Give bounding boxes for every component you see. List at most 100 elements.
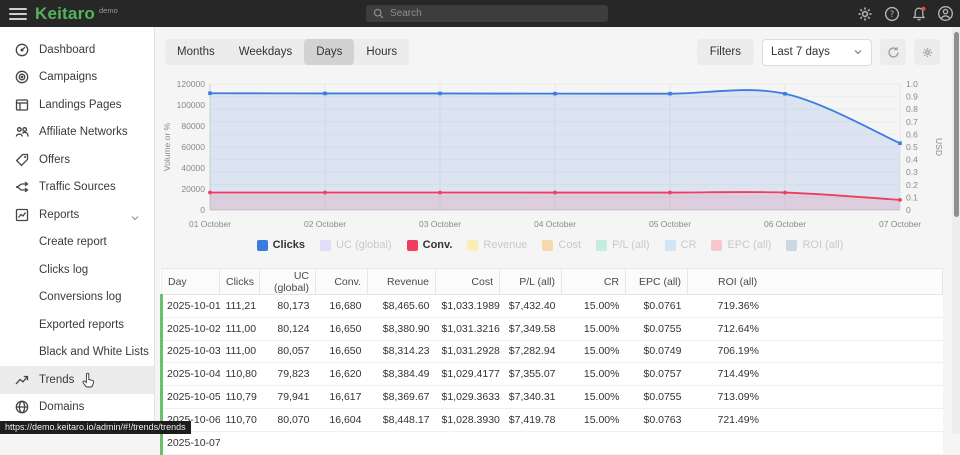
- column-header-p-l-all-[interactable]: P/L (all): [500, 269, 562, 295]
- sidebar-item-landings-pages[interactable]: Landings Pages: [0, 91, 154, 119]
- offers-icon: [14, 152, 30, 168]
- cell: 110,80: [220, 363, 260, 386]
- legend-item-clicks[interactable]: Clicks: [257, 239, 305, 251]
- legend-item-cr[interactable]: CR: [665, 239, 697, 251]
- global-search[interactable]: [366, 5, 608, 22]
- account-icon[interactable]: [937, 5, 954, 22]
- vertical-scrollbar[interactable]: [952, 27, 960, 434]
- cell: 719.36%: [688, 295, 943, 318]
- trends-icon: [14, 372, 30, 388]
- sidebar-item-conversions-log[interactable]: Conversions log: [0, 284, 154, 312]
- column-header-cr[interactable]: CR: [562, 269, 626, 295]
- table-row[interactable]: 2025-10-01111,2180,17316,680$8,465.60$1,…: [162, 295, 943, 318]
- cell: 15.00%: [562, 408, 626, 431]
- cell: 2025-10-05: [162, 386, 220, 409]
- table-row[interactable]: 2025-10-07: [162, 431, 943, 454]
- legend-label: UC (global): [336, 239, 392, 251]
- table-row[interactable]: 2025-10-02111,0080,12416,650$8,380.90$1,…: [162, 317, 943, 340]
- svg-text:Volume or %: Volume or %: [162, 122, 172, 171]
- cell: 79,941: [260, 386, 316, 409]
- cell: [260, 431, 316, 454]
- cell: 15.00%: [562, 295, 626, 318]
- sidebar-item-label: Conversions log: [39, 291, 121, 303]
- sidebar-item-black-and-white-lists[interactable]: Black and White Lists: [0, 339, 154, 367]
- tab-months[interactable]: Months: [165, 39, 227, 65]
- sidebar-item-label: Landings Pages: [39, 99, 121, 111]
- legend-item-cost[interactable]: Cost: [542, 239, 581, 251]
- cell: 80,124: [260, 317, 316, 340]
- table-row[interactable]: 2025-10-06110,7080,07016,604$8,448.17$1,…: [162, 408, 943, 431]
- legend-item-revenue[interactable]: Revenue: [467, 239, 527, 251]
- cell: $0.0763: [626, 408, 688, 431]
- notifications-bell-icon[interactable]: [910, 5, 927, 22]
- table-header-row: DayClicksUC (global)Conv.RevenueCostP/L …: [162, 269, 943, 295]
- help-icon[interactable]: ?: [883, 5, 900, 22]
- column-header-uc-global-[interactable]: UC (global): [260, 269, 316, 295]
- search-input[interactable]: [390, 8, 590, 19]
- cell: $8,448.17: [368, 408, 436, 431]
- domains-icon: [14, 399, 30, 415]
- sidebar-item-exported-reports[interactable]: Exported reports: [0, 311, 154, 339]
- column-header-roi-all-[interactable]: ROI (all): [688, 269, 943, 295]
- cell: $1,031.2928: [436, 340, 500, 363]
- svg-text:0.6: 0.6: [906, 129, 918, 139]
- cell: 15.00%: [562, 340, 626, 363]
- column-header-revenue[interactable]: Revenue: [368, 269, 436, 295]
- legend-item-uc-global-[interactable]: UC (global): [320, 239, 392, 251]
- status-url-tooltip: https://demo.keitaro.io/admin/#!/trends/…: [0, 421, 191, 434]
- svg-text:60000: 60000: [181, 142, 205, 152]
- svg-text:0.8: 0.8: [906, 104, 918, 114]
- svg-text:0.1: 0.1: [906, 192, 918, 202]
- column-header-conv-[interactable]: Conv.: [316, 269, 368, 295]
- column-header-epc-all-[interactable]: EPC (all): [626, 269, 688, 295]
- sidebar-item-clicks-log[interactable]: Clicks log: [0, 256, 154, 284]
- column-header-cost[interactable]: Cost: [436, 269, 500, 295]
- sidebar-item-traffic-sources[interactable]: Traffic Sources: [0, 174, 154, 202]
- hamburger-menu-icon[interactable]: [9, 8, 27, 20]
- reports-icon: [14, 207, 30, 223]
- cell: 2025-10-02: [162, 317, 220, 340]
- tab-hours[interactable]: Hours: [354, 39, 409, 65]
- legend-label: CR: [681, 239, 697, 251]
- refresh-button[interactable]: [880, 39, 906, 65]
- table-row[interactable]: 2025-10-03111,0080,05716,650$8,314.23$1,…: [162, 340, 943, 363]
- column-header-clicks[interactable]: Clicks: [220, 269, 260, 295]
- column-header-day[interactable]: Day: [162, 269, 220, 295]
- cell: $7,282.94: [500, 340, 562, 363]
- legend-item-p-l-all-[interactable]: P/L (all): [596, 239, 650, 251]
- sidebar-item-affiliate-networks[interactable]: Affiliate Networks: [0, 119, 154, 147]
- table-row[interactable]: 2025-10-04110,8079,82316,620$8,384.49$1,…: [162, 363, 943, 386]
- tab-weekdays[interactable]: Weekdays: [227, 39, 304, 65]
- sidebar-item-offers[interactable]: Offers: [0, 146, 154, 174]
- date-range-select[interactable]: Last 7 days: [762, 39, 872, 66]
- sidebar-item-label: Reports: [39, 209, 79, 221]
- sidebar-item-dashboard[interactable]: Dashboard: [0, 36, 154, 64]
- sidebar-item-label: Clicks log: [39, 264, 88, 276]
- legend-item-conv-[interactable]: Conv.: [407, 239, 453, 251]
- sidebar-item-trends[interactable]: Trends: [0, 366, 154, 394]
- app-logo[interactable]: Keitaro: [35, 4, 95, 24]
- settings-gear-icon[interactable]: [856, 5, 873, 22]
- legend-item-epc-all-[interactable]: EPC (all): [711, 239, 771, 251]
- traffic-icon: [14, 179, 30, 195]
- svg-text:120000: 120000: [177, 79, 206, 89]
- legend-swatch: [665, 240, 676, 251]
- table-row[interactable]: 2025-10-05110,7979,94116,617$8,369.67$1,…: [162, 386, 943, 409]
- cell: [220, 431, 260, 454]
- svg-text:40000: 40000: [181, 163, 205, 173]
- cell: 714.49%: [688, 363, 943, 386]
- filters-button[interactable]: Filters: [697, 39, 754, 65]
- sidebar-item-campaigns[interactable]: Campaigns: [0, 64, 154, 92]
- legend-item-roi-all-[interactable]: ROI (all): [786, 239, 843, 251]
- dashboard-icon: [14, 42, 30, 58]
- tab-days[interactable]: Days: [304, 39, 354, 65]
- chart-settings-button[interactable]: [914, 39, 940, 65]
- sidebar-item-create-report[interactable]: Create report: [0, 229, 154, 257]
- sidebar-item-reports[interactable]: Reports: [0, 201, 154, 229]
- scrollbar-thumb[interactable]: [954, 32, 959, 217]
- legend-label: Cost: [558, 239, 581, 251]
- sidebar-item-domains[interactable]: Domains: [0, 394, 154, 422]
- svg-text:USD: USD: [934, 138, 942, 156]
- legend-label: Revenue: [483, 239, 527, 251]
- svg-text:20000: 20000: [181, 184, 205, 194]
